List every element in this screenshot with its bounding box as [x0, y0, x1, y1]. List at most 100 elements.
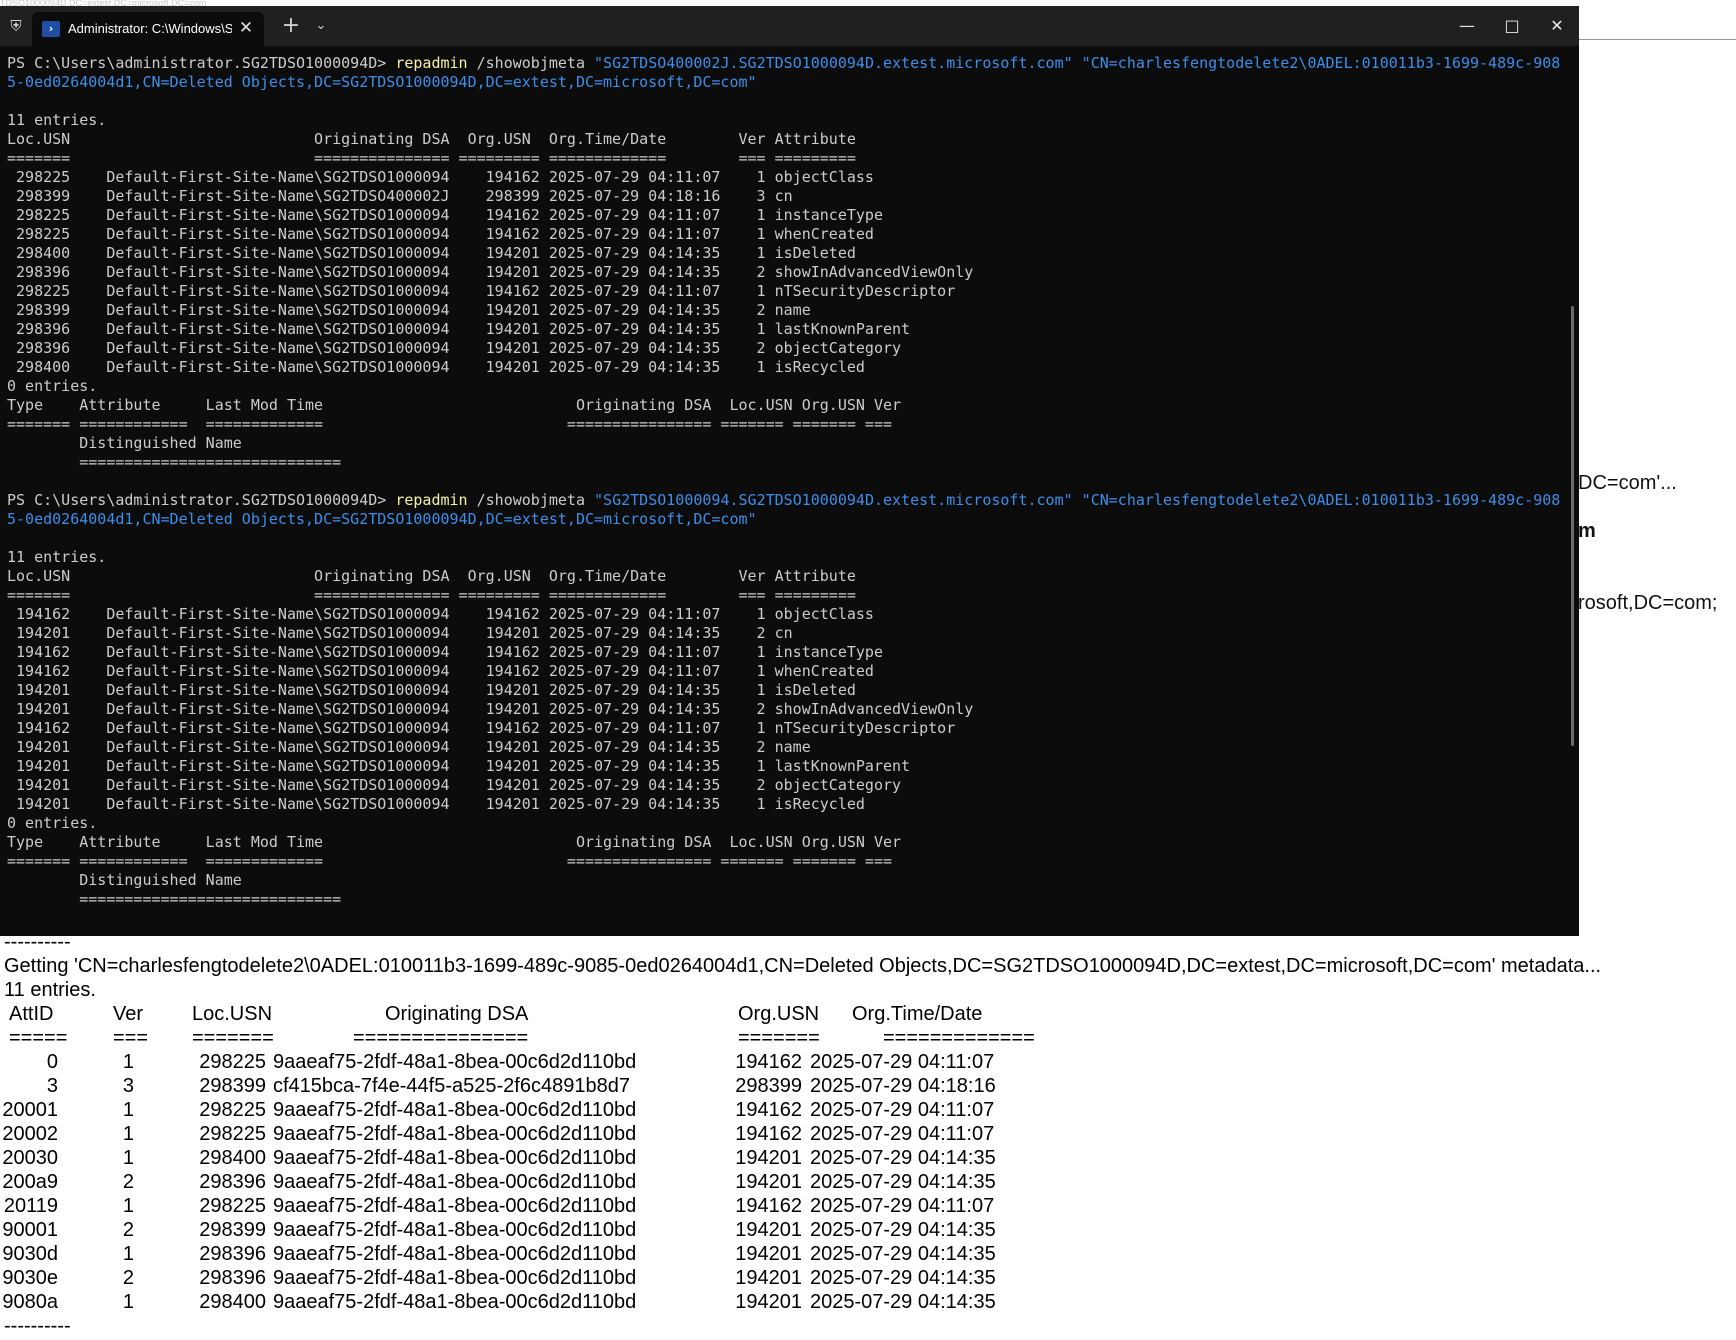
console-text: 0 entries. — [7, 814, 98, 832]
attid-cell: 3 — [46, 1075, 58, 1097]
console-line: 194201 Default-First-Site-Name\SG2TDSO10… — [7, 681, 1567, 700]
console-text: 298396 Default-First-Site-Name\SG2TDSO10… — [7, 339, 902, 357]
console-text: 298396 Default-First-Site-Name\SG2TDSO10… — [7, 263, 974, 281]
org-usn-cell: 298399 — [735, 1075, 802, 1097]
console-text: 298225 Default-First-Site-Name\SG2TDSO10… — [7, 206, 883, 224]
org-usn-cell: 194201 — [735, 1291, 802, 1313]
table-row: 0 1 298225 9aaeaf75-2fdf-48a1-8bea-00c6d2d1… — [4, 1050, 1734, 1074]
console-text: PS C:\Users\administrator.SG2TDSO1000094… — [7, 54, 396, 72]
console-text: ======= =============== ========= ======… — [7, 149, 856, 167]
underline: ============= — [883, 1027, 1035, 1049]
originating-dsa-cell: 9aaeaf75-2fdf-48a1-8bea-00c6d2d110bd — [273, 1267, 637, 1289]
console-line: 194201 Default-First-Site-Name\SG2TDSO10… — [7, 795, 1567, 814]
org-time-cell: 2025-07-29 04:14:35 — [810, 1219, 996, 1241]
console-line: ======= ============ ============= =====… — [7, 415, 1567, 434]
plus-icon[interactable]: + — [280, 15, 302, 37]
ver-cell: 2 — [122, 1219, 134, 1241]
originating-dsa-cell: 9aaeaf75-2fdf-48a1-8bea-00c6d2d110bd — [273, 1243, 637, 1265]
minimize-icon[interactable]: — — [1452, 12, 1482, 40]
console-line: 194201 Default-First-Site-Name\SG2TDSO10… — [7, 776, 1567, 795]
console-line: 5-0ed0264004d1,CN=Deleted Objects,DC=SG2… — [7, 73, 1567, 92]
scrollbar[interactable] — [1571, 306, 1574, 746]
org-usn-cell: 194201 — [735, 1243, 802, 1265]
org-time-cell: 2025-07-29 04:11:07 — [810, 1123, 995, 1145]
table-row: 9030e 2 298396 9aaeaf75-2fdf-48a1-8bea-00c6… — [2, 1266, 1734, 1290]
ver-cell: 1 — [122, 1195, 134, 1217]
attid-cell: 9030d — [2, 1243, 58, 1265]
loc-usn-cell: 298399 — [199, 1219, 266, 1241]
org-time-cell: 2025-07-29 04:11:07 — [810, 1099, 995, 1121]
chevron-down-icon[interactable]: ⌄ — [312, 17, 330, 35]
console-text: 194201 Default-First-Site-Name\SG2TDSO10… — [7, 757, 911, 775]
ver-cell: 1 — [122, 1123, 134, 1145]
loc-usn-cell: 298225 — [199, 1099, 266, 1121]
console-text: ======= =============== ========= ======… — [7, 586, 856, 604]
header-originating-dsa: Originating DSA — [385, 1003, 529, 1025]
terminal-tab[interactable]: › Administrator: C:\Windows\Sy ✕ — [32, 12, 264, 46]
console-text: 0 entries. — [7, 377, 98, 395]
separator: ---------- — [4, 931, 71, 953]
console-line: 298396 Default-First-Site-Name\SG2TDSO10… — [7, 339, 1567, 358]
header-loc-usn: Loc.USN — [192, 1003, 273, 1025]
console-text: 298225 Default-First-Site-Name\SG2TDSO10… — [7, 168, 874, 186]
console-text: 194162 Default-First-Site-Name\SG2TDSO10… — [7, 605, 874, 623]
command-name: repadmin — [395, 491, 468, 509]
console-text: 298396 Default-First-Site-Name\SG2TDSO10… — [7, 320, 911, 338]
attid-cell: 20001 — [2, 1099, 58, 1121]
loc-usn-cell: 298396 — [199, 1243, 266, 1265]
console-line: 298400 Default-First-Site-Name\SG2TDSO10… — [7, 358, 1567, 377]
originating-dsa-cell: 9aaeaf75-2fdf-48a1-8bea-00c6d2d110bd — [273, 1291, 637, 1313]
console-text: 11 entries. — [7, 548, 107, 566]
console-text: 194201 Default-First-Site-Name\SG2TDSO10… — [7, 776, 902, 794]
console-text: ============================= — [7, 890, 342, 908]
console-line: 298396 Default-First-Site-Name\SG2TDSO10… — [7, 263, 1567, 282]
console-line: Loc.USN Originating DSA Org.USN Org.Time… — [7, 130, 1567, 149]
maximize-icon[interactable]: □ — [1497, 12, 1527, 40]
ver-cell: 2 — [122, 1171, 134, 1193]
command-argument: "SG2TDSO400002J.SG2TDSO1000094D.extest.m… — [594, 54, 1561, 72]
loc-usn-cell: 298225 — [199, 1051, 266, 1073]
table-row: 20001 1 298225 9aaeaf75-2fdf-48a1-8bea-00c6… — [2, 1098, 1734, 1122]
console-line: ======= ============ ============= =====… — [7, 852, 1567, 871]
org-usn-cell: 194162 — [735, 1123, 802, 1145]
originating-dsa-cell: cf415bca-7f4e-44f5-a525-2f6c4891b8d7 — [273, 1075, 630, 1097]
background-text-fragment: DC=com'... — [1578, 472, 1677, 494]
loc-usn-cell: 298225 — [199, 1195, 266, 1217]
ver-cell: 2 — [122, 1267, 134, 1289]
underline: ======= — [738, 1027, 820, 1049]
console-line: Type Attribute Last Mod Time Originating… — [7, 833, 1567, 852]
originating-dsa-cell: 9aaeaf75-2fdf-48a1-8bea-00c6d2d110bd — [273, 1219, 637, 1241]
console-text: Loc.USN Originating DSA Org.USN Org.Time… — [7, 130, 856, 148]
attid-cell: 0 — [46, 1051, 58, 1073]
attid-cell: 20030 — [2, 1147, 58, 1169]
console-line: ============================= — [7, 890, 1567, 909]
terminal-window[interactable]: ⛨ › Administrator: C:\Windows\Sy ✕ + ⌄ —… — [0, 6, 1579, 936]
window-close-icon[interactable]: ✕ — [1542, 12, 1572, 40]
console-line: 11 entries. — [7, 111, 1567, 130]
console-text: 298225 Default-First-Site-Name\SG2TDSO10… — [7, 282, 956, 300]
attid-cell: 90001 — [2, 1219, 58, 1241]
close-icon[interactable]: ✕ — [236, 18, 256, 38]
org-time-cell: 2025-07-29 04:11:07 — [810, 1051, 995, 1073]
underline: ======= — [192, 1027, 274, 1049]
loc-usn-cell: 298400 — [199, 1291, 266, 1313]
console-line: ======= =============== ========= ======… — [7, 586, 1567, 605]
command-argument: 5-0ed0264004d1,CN=Deleted Objects,DC=SG2… — [7, 510, 757, 528]
console-line: 5-0ed0264004d1,CN=Deleted Objects,DC=SG2… — [7, 510, 1567, 529]
console-text: Type Attribute Last Mod Time Originating… — [7, 396, 902, 414]
console-text: 194201 Default-First-Site-Name\SG2TDSO10… — [7, 624, 793, 642]
console-text: Loc.USN Originating DSA Org.USN Org.Time… — [7, 567, 856, 585]
console-text: ======= ============ ============= =====… — [7, 415, 893, 433]
console-text: 298399 Default-First-Site-Name\SG2TDSO10… — [7, 301, 811, 319]
table-body: 0 1 298225 9aaeaf75-2fdf-48a1-8bea-00c6d2d1… — [2, 1050, 1734, 1314]
console-line: Distinguished Name — [7, 871, 1567, 890]
console-line: 194201 Default-First-Site-Name\SG2TDSO10… — [7, 700, 1567, 719]
table-header: AttID Ver Loc.USN Originating DSA Org.US… — [4, 1002, 1734, 1026]
org-usn-cell: 194162 — [735, 1099, 802, 1121]
org-usn-cell: 194162 — [735, 1051, 802, 1073]
console-text: 194162 Default-First-Site-Name\SG2TDSO10… — [7, 662, 874, 680]
console-output[interactable]: PS C:\Users\administrator.SG2TDSO1000094… — [7, 54, 1567, 909]
table-row: 20002 1 298225 9aaeaf75-2fdf-48a1-8bea-00c6… — [2, 1122, 1734, 1146]
attid-cell: 9030e — [2, 1267, 58, 1289]
